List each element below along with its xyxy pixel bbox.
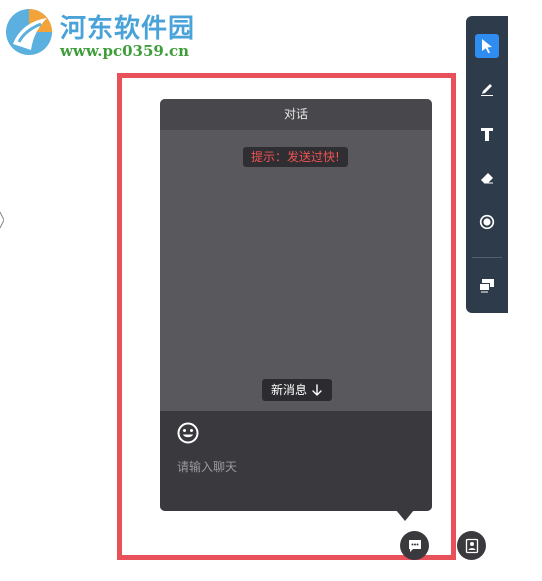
arrow-down-icon xyxy=(312,384,322,396)
select-icon xyxy=(482,39,492,54)
tool-circle[interactable] xyxy=(475,210,499,234)
chat-input[interactable] xyxy=(174,457,420,477)
contact-card-icon xyxy=(465,538,478,553)
tool-text[interactable] xyxy=(475,122,499,146)
pen-icon xyxy=(481,84,493,96)
new-message-label: 新消息 xyxy=(271,383,308,397)
dialog-pointer xyxy=(396,510,414,521)
chat-bubble-icon xyxy=(408,539,421,552)
tool-eraser[interactable] xyxy=(475,166,499,190)
watermark-title: 河东软件园 xyxy=(60,14,196,44)
new-message-button[interactable]: 新消息 xyxy=(262,379,333,401)
tool-screen-share[interactable] xyxy=(475,273,499,297)
tool-pen[interactable] xyxy=(475,77,499,101)
chat-toggle-button[interactable] xyxy=(400,531,429,560)
screen-share-icon xyxy=(479,279,494,293)
left-edge-glyph xyxy=(0,211,4,229)
toolbar-divider xyxy=(472,257,502,258)
watermark-url: www.pc0359.cn xyxy=(60,42,190,60)
circle-icon xyxy=(479,214,495,230)
right-toolbar xyxy=(466,16,508,313)
tool-select[interactable] xyxy=(475,34,499,58)
rate-limit-tip: 提示：发送过快! xyxy=(243,147,348,167)
watermark-logo-icon xyxy=(6,9,52,55)
text-icon xyxy=(481,128,493,141)
eraser-icon xyxy=(481,173,493,184)
chat-dialog: 对话 提示：发送过快! 新消息 xyxy=(160,99,432,511)
dialog-title: 对话 xyxy=(160,99,432,130)
emoji-icon[interactable] xyxy=(176,421,200,445)
watermark: 河东软件园 www.pc0359.cn xyxy=(0,0,230,70)
input-area xyxy=(160,411,432,511)
contact-button[interactable] xyxy=(457,531,486,560)
